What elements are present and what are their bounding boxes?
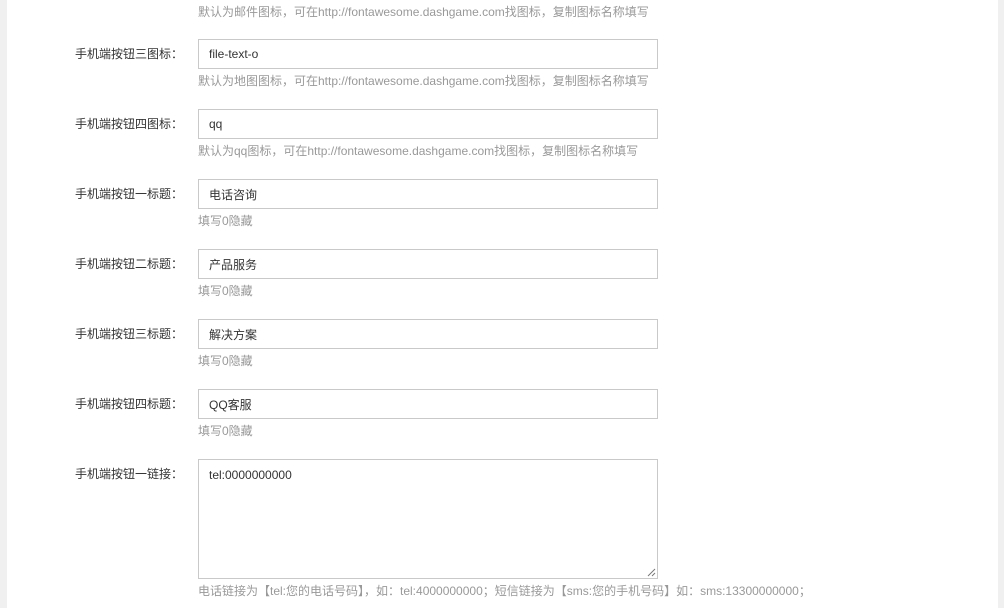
button2-title-input[interactable] xyxy=(199,250,657,278)
button4-title-label: 手机端按钮四标题： xyxy=(74,397,183,411)
button1-link-label: 手机端按钮一链接： xyxy=(74,467,183,481)
settings-form-panel: 默认为邮件图标，可在http://fontawesome.dashgame.co… xyxy=(7,0,998,608)
button3-icon-input[interactable] xyxy=(199,40,657,68)
mail-icon-hint: 默认为邮件图标，可在http://fontawesome.dashgame.co… xyxy=(198,5,649,19)
button3-title-input[interactable] xyxy=(199,320,657,348)
button1-link-hint: 电话链接为【tel:您的电话号码】，如：tel:4000000000；短信链接为… xyxy=(198,584,811,598)
button3-icon-hint: 默认为地图图标，可在http://fontawesome.dashgame.co… xyxy=(198,74,649,88)
button1-title-input[interactable] xyxy=(199,180,657,208)
button2-title-label: 手机端按钮二标题： xyxy=(74,257,183,271)
button1-title-field-box[interactable] xyxy=(198,179,658,209)
button1-link-textarea-box[interactable]: tel:0000000000 xyxy=(198,459,658,579)
button4-title-field-box[interactable] xyxy=(198,389,658,419)
button3-icon-label: 手机端按钮三图标： xyxy=(74,47,183,61)
button3-icon-field-box[interactable] xyxy=(198,39,658,69)
button4-icon-field-box[interactable] xyxy=(198,109,658,139)
button2-title-field-box[interactable] xyxy=(198,249,658,279)
button3-title-label: 手机端按钮三标题： xyxy=(74,327,183,341)
button4-title-hint: 填写0隐藏 xyxy=(198,424,253,438)
button4-title-input[interactable] xyxy=(199,390,657,418)
button2-title-hint: 填写0隐藏 xyxy=(198,284,253,298)
button4-icon-input[interactable] xyxy=(199,110,657,138)
button1-title-label: 手机端按钮一标题： xyxy=(74,187,183,201)
resize-grip-icon[interactable] xyxy=(647,568,656,577)
button3-title-field-box[interactable] xyxy=(198,319,658,349)
button3-title-hint: 填写0隐藏 xyxy=(198,354,253,368)
button1-link-textarea[interactable]: tel:0000000000 xyxy=(199,460,657,578)
button1-title-hint: 填写0隐藏 xyxy=(198,214,253,228)
button4-icon-label: 手机端按钮四图标： xyxy=(74,117,183,131)
button4-icon-hint: 默认为qq图标，可在http://fontawesome.dashgame.co… xyxy=(198,144,639,158)
